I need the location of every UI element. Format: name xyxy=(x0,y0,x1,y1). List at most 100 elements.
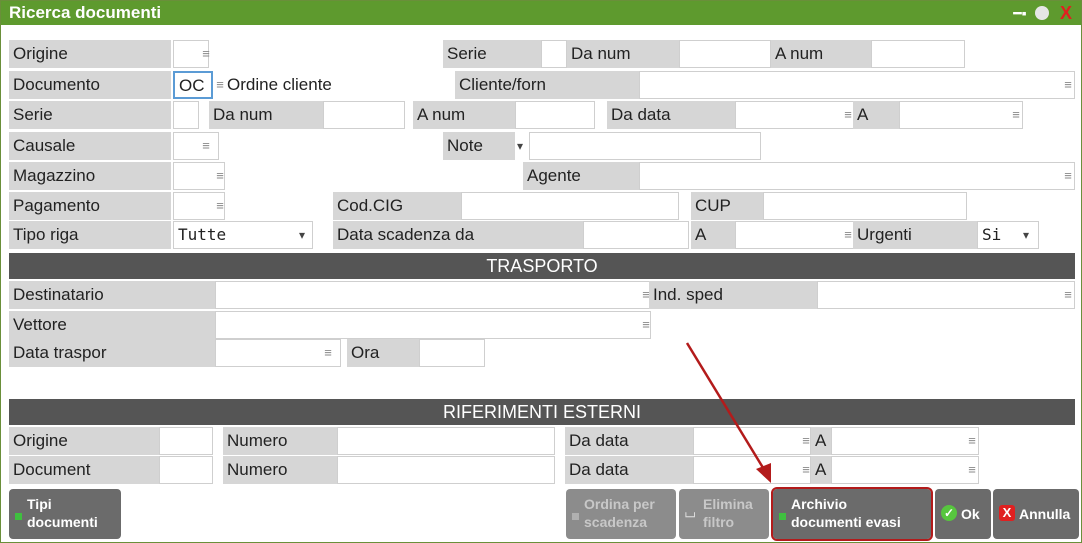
data-scadenza-a-label: A xyxy=(691,221,735,249)
serie-field-1[interactable] xyxy=(541,40,567,68)
vettore-lookup-icon[interactable]: ≡ xyxy=(639,311,653,339)
cliente-forn-lookup-icon[interactable]: ≡ xyxy=(1061,71,1075,99)
status-dot-icon xyxy=(572,513,579,520)
a-num-label-2: A num xyxy=(413,101,515,129)
archivio-documenti-evasi-button[interactable]: Archivio documenti evasi xyxy=(771,487,933,541)
cup-label: CUP xyxy=(691,192,763,220)
cod-cig-field[interactable] xyxy=(461,192,679,220)
da-num-field-1[interactable] xyxy=(679,40,771,68)
vettore-field[interactable] xyxy=(215,311,651,339)
rif-a-field-1[interactable] xyxy=(831,427,979,455)
documento-label: Documento xyxy=(9,71,171,99)
rif-a-label-1: A xyxy=(811,427,831,455)
rif-document-label: Document xyxy=(9,456,159,484)
a-data-label-1: A xyxy=(853,101,899,129)
circle-icon[interactable] xyxy=(1033,4,1051,22)
da-num-label-1: Da num xyxy=(567,40,679,68)
data-scadenza-da-field[interactable] xyxy=(583,221,689,249)
pagamento-label: Pagamento xyxy=(9,192,171,220)
close-icon[interactable]: X xyxy=(1057,4,1075,22)
ind-sped-label: Ind. sped xyxy=(649,281,817,309)
ora-field[interactable] xyxy=(419,339,485,367)
window-title: Ricerca documenti xyxy=(9,3,162,22)
note-dropdown-icon[interactable]: ▾ xyxy=(513,132,527,160)
data-traspor-label: Data traspor xyxy=(9,339,215,367)
data-scadenza-a-field[interactable] xyxy=(735,221,855,249)
ordina-label-1: Ordina per xyxy=(584,496,655,512)
rif-origine-label: Origine xyxy=(9,427,159,455)
a-num-label-1: A num xyxy=(771,40,871,68)
rif-document-field[interactable] xyxy=(159,456,213,484)
data-scadenza-label: Data scadenza da xyxy=(333,221,583,249)
a-data-lookup-icon[interactable]: ≡ xyxy=(1009,101,1023,129)
agente-field[interactable] xyxy=(639,162,1075,190)
rif-origine-field[interactable] xyxy=(159,427,213,455)
status-dot-icon xyxy=(779,513,786,520)
documento-description: Ordine cliente xyxy=(227,75,332,94)
rif-da-data-field-1[interactable] xyxy=(693,427,811,455)
documento-code-field[interactable]: OC xyxy=(173,71,213,99)
rif-a-lookup-icon-2[interactable]: ≡ xyxy=(965,456,979,484)
rif-numero-field-1[interactable] xyxy=(337,427,555,455)
elimina-label-1: Elimina xyxy=(703,496,753,512)
tipo-riga-label: Tipo riga xyxy=(9,221,171,249)
magazzino-lookup-icon[interactable]: ≡ xyxy=(213,162,227,190)
cod-cig-label: Cod.CIG xyxy=(333,192,461,220)
rif-a-field-2[interactable] xyxy=(831,456,979,484)
annulla-label: Annulla xyxy=(1019,506,1071,522)
ordina-label-2: scadenza xyxy=(584,514,648,530)
archivio-label-2: documenti evasi xyxy=(791,514,901,530)
a-num-field-2[interactable] xyxy=(515,101,595,129)
tipi-documenti-button[interactable]: Tipi documenti xyxy=(9,489,121,539)
agente-lookup-icon[interactable]: ≡ xyxy=(1061,162,1075,190)
da-data-label-1: Da data xyxy=(607,101,735,129)
destinatario-label: Destinatario xyxy=(9,281,215,309)
rif-numero-label-1: Numero xyxy=(223,427,337,455)
status-dot-icon xyxy=(15,513,22,520)
tipi-documenti-label-2: documenti xyxy=(27,514,98,530)
serie-label-1: Serie xyxy=(443,40,541,68)
ind-sped-lookup-icon[interactable]: ≡ xyxy=(1061,281,1075,309)
ok-button[interactable]: ✓ Ok xyxy=(935,489,991,539)
check-icon: ✓ xyxy=(941,505,957,521)
elimina-label-2: filtro xyxy=(703,514,735,530)
rif-numero-label-2: Numero xyxy=(223,456,337,484)
tipo-riga-dropdown-icon[interactable]: ▾ xyxy=(295,221,309,249)
causale-lookup-icon[interactable]: ≡ xyxy=(199,132,213,160)
da-num-label-2: Da num xyxy=(209,101,323,129)
rif-numero-field-2[interactable] xyxy=(337,456,555,484)
da-data-field-1[interactable] xyxy=(735,101,855,129)
annulla-button[interactable]: X Annulla xyxy=(993,489,1079,539)
archivio-label-1: Archivio xyxy=(791,496,848,512)
cup-field[interactable] xyxy=(763,192,967,220)
tipi-documenti-label-1: Tipi xyxy=(27,496,52,512)
urgenti-label: Urgenti xyxy=(853,221,977,249)
urgenti-dropdown-icon[interactable]: ▾ xyxy=(1019,221,1033,249)
note-field[interactable] xyxy=(529,132,761,160)
elimina-filtro-button[interactable]: ⌴ Elimina filtro xyxy=(679,489,769,539)
origine-lookup-icon[interactable]: ≡ xyxy=(199,40,213,68)
vettore-label: Vettore xyxy=(9,311,215,339)
rif-da-data-field-2[interactable] xyxy=(693,456,811,484)
da-num-field-2[interactable] xyxy=(323,101,405,129)
cancel-x-icon: X xyxy=(999,505,1015,521)
ordina-per-scadenza-button[interactable]: Ordina per scadenza xyxy=(566,489,676,539)
a-data-field-1[interactable] xyxy=(899,101,1023,129)
rif-da-data-label-1: Da data xyxy=(565,427,693,455)
ok-label: Ok xyxy=(961,506,980,522)
ora-label: Ora xyxy=(347,339,419,367)
pin-icon[interactable]: ━▪ xyxy=(1011,4,1029,22)
tipo-riga-select[interactable]: Tutte xyxy=(173,221,313,249)
cliente-forn-field[interactable] xyxy=(639,71,1075,99)
origine-label: Origine xyxy=(9,40,171,68)
destinatario-field[interactable] xyxy=(215,281,651,309)
a-num-field-1[interactable] xyxy=(871,40,965,68)
data-traspor-lookup-icon[interactable]: ≡ xyxy=(321,339,335,367)
serie-field-2[interactable] xyxy=(173,101,199,129)
note-label: Note xyxy=(443,132,515,160)
pagamento-lookup-icon[interactable]: ≡ xyxy=(213,192,227,220)
ind-sped-field[interactable] xyxy=(817,281,1075,309)
rif-a-lookup-icon-1[interactable]: ≡ xyxy=(965,427,979,455)
rif-a-label-2: A xyxy=(811,456,831,484)
riferimenti-section-header: RIFERIMENTI ESTERNI xyxy=(9,399,1075,425)
